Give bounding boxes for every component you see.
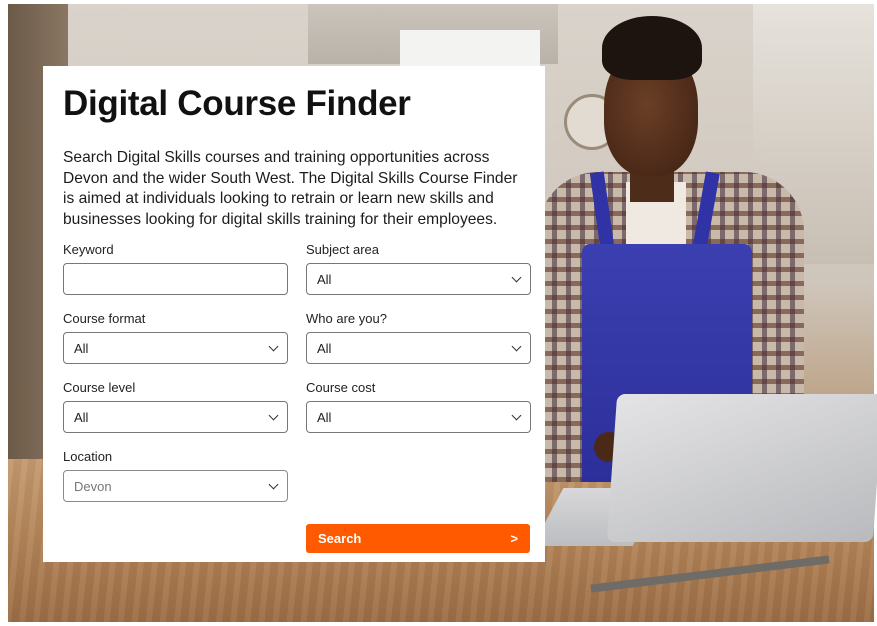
subject-area-value: All (317, 271, 332, 287)
chevron-down-icon (511, 272, 522, 283)
course-cost-label: Course cost (306, 380, 376, 395)
who-are-you-value: All (317, 340, 332, 356)
course-level-value: All (74, 409, 89, 425)
chevron-down-icon (268, 410, 279, 421)
chevron-down-icon (511, 410, 522, 421)
course-finder-card: Digital Course Finder Search Digital Ski… (43, 66, 545, 562)
chevron-down-icon (511, 341, 522, 352)
arrow-right-icon: > (510, 531, 518, 546)
location-select[interactable]: Devon (63, 470, 288, 502)
search-button[interactable]: Search > (306, 524, 530, 553)
course-format-select[interactable]: All (63, 332, 288, 364)
keyword-input[interactable] (63, 263, 288, 295)
subject-area-select[interactable]: All (306, 263, 531, 295)
location-label: Location (63, 449, 113, 464)
course-level-label: Course level (63, 380, 136, 395)
course-level-field: Course level All (63, 379, 288, 433)
hair (602, 16, 702, 80)
page-title: Digital Course Finder (63, 84, 411, 123)
course-format-label: Course format (63, 311, 146, 326)
intro-text: Search Digital Skills courses and traini… (63, 149, 518, 228)
subject-area-field: Subject area All (306, 241, 531, 295)
course-level-select[interactable]: All (63, 401, 288, 433)
who-are-you-select[interactable]: All (306, 332, 531, 364)
course-cost-value: All (317, 409, 332, 425)
chevron-down-icon (268, 341, 279, 352)
keyword-label: Keyword (63, 242, 114, 257)
subject-area-label: Subject area (306, 242, 379, 257)
who-are-you-field: Who are you? All (306, 310, 531, 364)
keyword-field: Keyword (63, 241, 288, 295)
who-are-you-label: Who are you? (306, 311, 387, 326)
location-field: Location Devon (63, 448, 288, 502)
location-value: Devon (74, 478, 112, 494)
search-button-label: Search (318, 531, 362, 546)
laptop-lid (606, 394, 877, 542)
course-format-value: All (74, 340, 89, 356)
course-cost-select[interactable]: All (306, 401, 531, 433)
chevron-down-icon (268, 479, 279, 490)
course-format-field: Course format All (63, 310, 288, 364)
course-cost-field: Course cost All (306, 379, 531, 433)
